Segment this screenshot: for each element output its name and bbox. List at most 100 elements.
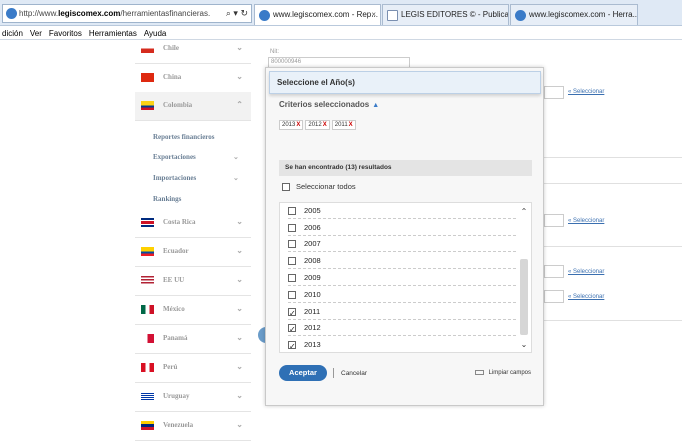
menu-favoritos[interactable]: Favoritos: [49, 29, 82, 38]
select-link[interactable]: « Seleccionar: [568, 89, 604, 95]
chevron-down-icon: ⌄: [233, 174, 239, 182]
china-flag-icon: [141, 73, 154, 82]
browser-toolbar: http://www.legiscomex.com/herramientasfi…: [0, 0, 682, 26]
close-tab-icon[interactable]: ×: [371, 5, 376, 25]
clear-label: Limpiar campos: [488, 370, 531, 377]
select-link[interactable]: « Seleccionar: [568, 218, 604, 224]
select-field[interactable]: [544, 214, 564, 227]
select-field[interactable]: [544, 86, 564, 99]
select-all-checkbox[interactable]: [282, 183, 290, 192]
results-count: Se han encontrado (13) resultados: [279, 160, 532, 176]
tab-legis-editores[interactable]: LEGIS EDITORES © - Publicaci...: [382, 4, 509, 25]
triangle-up-icon: ▲: [372, 102, 380, 109]
remove-tag-icon[interactable]: X: [296, 122, 300, 128]
usa-flag-icon: [141, 276, 154, 285]
submenu-reportes-financieros[interactable]: Reportes financieros: [153, 133, 215, 141]
year-option-2012[interactable]: 2012: [288, 320, 516, 338]
year-option-2008[interactable]: 2008: [288, 253, 516, 269]
chevron-down-icon: ⌄: [236, 362, 243, 371]
remove-tag-icon[interactable]: X: [349, 122, 353, 128]
selected-tags: 2013X 2012X 2011X: [279, 113, 358, 131]
legis-favicon-icon: [387, 10, 398, 21]
sidebar-item-panama[interactable]: Panamá ⌄: [135, 325, 251, 354]
sidebar-item-ecuador[interactable]: Ecuador ⌄: [135, 238, 251, 267]
menu-herramientas[interactable]: Herramientas: [89, 29, 137, 38]
sidebar-item-label: Venezuela: [163, 421, 194, 429]
sidebar-item-uruguay[interactable]: Uruguay ⌄: [135, 383, 251, 412]
year-option-2010[interactable]: 2010: [288, 287, 516, 303]
sidebar-item-label: Perú: [163, 363, 178, 371]
address-controls[interactable]: ⌕ ▾ ↻: [226, 5, 248, 22]
year-option-2007[interactable]: 2007: [288, 236, 516, 252]
chevron-down-icon: ⌄: [236, 275, 243, 284]
tag-2011: 2011X: [331, 120, 356, 130]
year-checkbox[interactable]: [288, 240, 296, 249]
tag-label: 2013: [282, 122, 296, 128]
select-all[interactable]: Seleccionar todos: [282, 182, 356, 192]
select-link[interactable]: « Seleccionar: [568, 269, 604, 275]
tag-2012: 2012X: [305, 120, 330, 130]
select-all-label: Seleccionar todos: [296, 182, 356, 191]
year-label: 2007: [304, 239, 321, 248]
sidebar-item-label: Chile: [163, 44, 179, 52]
tab-label: www.legiscomex.com - Rep...: [273, 10, 378, 19]
year-checkbox[interactable]: [288, 274, 296, 283]
submenu-rankings[interactable]: Rankings: [153, 195, 181, 203]
year-selector-modal: Seleccione el Año(s) Criterios seleccion…: [265, 67, 544, 406]
tab-label: LEGIS EDITORES © - Publicaci...: [401, 10, 509, 19]
tag-label: 2012: [308, 122, 322, 128]
sidebar-item-colombia[interactable]: Colombia ⌃: [135, 92, 251, 121]
year-checkbox[interactable]: [288, 257, 296, 266]
remove-tag-icon[interactable]: X: [323, 122, 327, 128]
submenu-label: Reportes financieros: [153, 133, 215, 141]
year-option-2005[interactable]: 2005: [288, 203, 516, 219]
sidebar-item-chile[interactable]: Chile ⌄: [135, 35, 251, 64]
list-scrollbar[interactable]: ⌃ ⌄: [519, 203, 529, 352]
year-option-2013[interactable]: 2013: [288, 337, 516, 352]
chevron-down-icon: ⌄: [233, 153, 239, 161]
year-option-2009[interactable]: 2009: [288, 270, 516, 286]
sidebar-item-mexico[interactable]: México ⌄: [135, 296, 251, 325]
sidebar-item-peru[interactable]: Perú ⌄: [135, 354, 251, 383]
menu-edicion[interactable]: dición: [2, 29, 23, 38]
sidebar-item-venezuela[interactable]: Venezuela ⌄: [135, 412, 251, 441]
scroll-down-icon[interactable]: ⌄: [519, 340, 529, 349]
accept-button[interactable]: Aceptar: [279, 365, 327, 381]
sidebar-item-label: EE UU: [163, 276, 185, 284]
cancel-button[interactable]: Cancelar: [341, 370, 367, 377]
address-bar[interactable]: http://www.legiscomex.com/herramientasfi…: [2, 4, 252, 23]
sidebar-item-costa-rica[interactable]: Costa Rica ⌄: [135, 209, 251, 238]
criteria-toggle[interactable]: Criterios seleccionados ▲: [279, 100, 379, 109]
url-prefix: http://www.: [19, 9, 59, 18]
clear-fields-button[interactable]: Limpiar campos: [474, 370, 531, 377]
peru-flag-icon: [141, 363, 154, 372]
submenu-exportaciones[interactable]: Exportaciones ⌄: [153, 153, 239, 161]
url-rest: /herramientasfinancieras.: [120, 9, 211, 18]
year-option-2011[interactable]: 2011: [288, 304, 516, 322]
sidebar-item-label: China: [163, 73, 182, 81]
select-field[interactable]: [544, 290, 564, 303]
year-checkbox[interactable]: [288, 322, 296, 338]
sidebar-item-label: México: [163, 305, 185, 313]
select-link[interactable]: « Seleccionar: [568, 294, 604, 300]
divider: [333, 368, 334, 378]
tab-herramientas[interactable]: www.legiscomex.com - Herra...: [510, 4, 638, 25]
sidebar-item-china[interactable]: China ⌄: [135, 64, 251, 93]
select-field[interactable]: [544, 265, 564, 278]
panama-flag-icon: [141, 334, 154, 343]
year-checkbox[interactable]: [288, 339, 296, 352]
submenu-importaciones[interactable]: Importaciones ⌄: [153, 174, 239, 182]
scroll-up-icon[interactable]: ⌃: [519, 207, 529, 216]
year-checkbox[interactable]: [288, 291, 296, 300]
sidebar-item-ee-uu[interactable]: EE UU ⌄: [135, 267, 251, 296]
eraser-icon: [474, 370, 484, 375]
submenu-label: Rankings: [153, 195, 182, 203]
year-option-2006[interactable]: 2006: [288, 220, 516, 236]
year-checkbox[interactable]: [288, 207, 296, 216]
scrollbar-thumb[interactable]: [520, 259, 528, 335]
menu-ver[interactable]: Ver: [30, 29, 42, 38]
year-checkbox[interactable]: [288, 224, 296, 233]
sidebar-item-label: Colombia: [163, 101, 193, 109]
year-checkbox[interactable]: [288, 306, 296, 322]
tab-reportes[interactable]: www.legiscomex.com - Rep... ×: [254, 4, 381, 25]
